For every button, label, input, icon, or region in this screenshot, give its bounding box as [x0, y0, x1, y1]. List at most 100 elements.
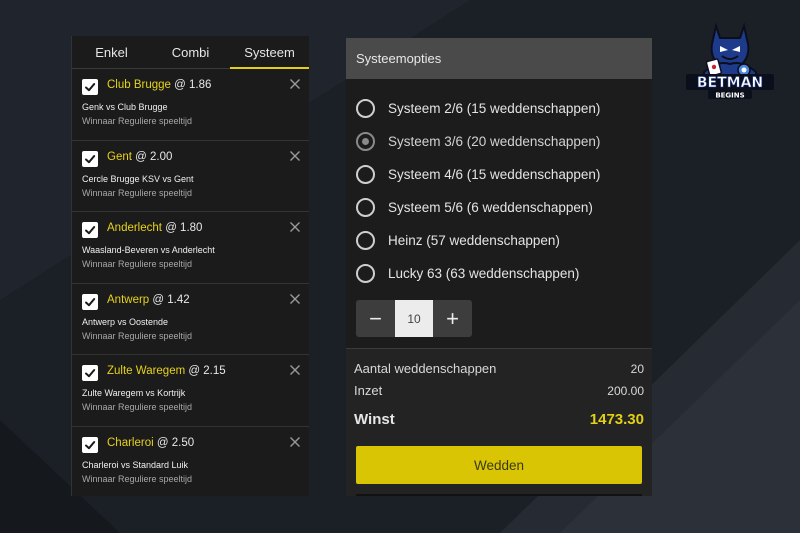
checkmark-icon — [85, 369, 96, 378]
bet-selection: Gent @ 2.00 — [107, 151, 172, 163]
close-icon — [290, 293, 300, 304]
radio-icon[interactable] — [356, 165, 375, 184]
match-name: Waasland-Beveren vs Anderlecht — [82, 245, 215, 255]
checkmark-icon — [85, 226, 96, 235]
bet-count-label: Aantal weddenschappen — [354, 361, 497, 376]
radio-icon[interactable] — [356, 264, 375, 283]
stake-row: Inzet 200.00 — [354, 383, 644, 398]
checkmark-icon — [85, 297, 96, 306]
bet-market: Winnaar Reguliere speeltijd — [82, 259, 193, 269]
place-bet-button[interactable]: Wedden — [356, 446, 642, 484]
betman-begins-logo: BETMAN BEGINS — [678, 20, 782, 100]
checkbox[interactable] — [82, 79, 98, 95]
tab-systeem[interactable]: Systeem — [230, 36, 309, 69]
bet-selection: Zulte Waregem @ 2.15 — [107, 365, 226, 377]
bet-market: Winnaar Reguliere speeltijd — [82, 330, 193, 341]
divider — [356, 494, 642, 496]
close-icon — [290, 365, 300, 375]
system-option[interactable]: Lucky 63 (63 weddenschappen) — [346, 257, 652, 290]
bet-selection: Charleroi @ 2.50 — [107, 437, 194, 449]
system-option[interactable]: Systeem 2/6 (15 weddenschappen) — [346, 92, 652, 125]
bet-item: Charleroi @ 2.50 Charleroi vs Standard L… — [72, 427, 309, 497]
increase-stake-button[interactable]: + — [433, 300, 472, 337]
checkbox[interactable] — [82, 365, 98, 381]
svg-text:BETMAN: BETMAN — [697, 75, 763, 91]
remove-bet-button[interactable] — [289, 364, 301, 376]
system-options-title: Systeemopties — [346, 38, 652, 79]
close-icon — [290, 79, 300, 89]
decrease-stake-button[interactable]: − — [356, 300, 395, 337]
bet-summary: Aantal weddenschappen 20 Inzet 200.00 Wi… — [346, 348, 652, 496]
bet-item: Gent @ 2.00 Cercle Brugge KSV vs Gent Wi… — [72, 141, 309, 212]
tab-combi[interactable]: Combi — [151, 36, 230, 68]
system-options-list: Systeem 2/6 (15 weddenschappen) Systeem … — [346, 79, 652, 290]
selected-team: Zulte Waregem — [107, 365, 186, 377]
system-option-label: Systeem 5/6 (6 weddenschappen) — [388, 200, 593, 215]
remove-bet-button[interactable] — [289, 78, 301, 90]
bet-item: Anderlecht @ 1.80 Waasland-Beveren vs An… — [72, 212, 309, 284]
bet-type-tabs: Enkel Combi Systeem — [72, 36, 309, 69]
checkbox[interactable] — [82, 150, 98, 167]
bet-selection: Anderlecht @ 1.80 — [107, 222, 202, 234]
match-name: Zulte Waregem vs Kortrijk — [82, 388, 186, 398]
bet-odds: @ 1.80 — [165, 222, 203, 234]
checkmark-icon — [85, 440, 96, 449]
tab-enkel[interactable]: Enkel — [72, 36, 151, 68]
bet-list: Club Brugge @ 1.86 Genk vs Club Brugge W… — [72, 69, 309, 496]
svg-text:BEGINS: BEGINS — [715, 92, 744, 100]
system-option-label: Systeem 2/6 (15 weddenschappen) — [388, 101, 601, 116]
bet-market: Winnaar Reguliere speeltijd — [82, 187, 193, 198]
bet-odds: @ 2.00 — [135, 150, 173, 163]
stake-stepper: − + — [356, 300, 472, 337]
bet-selection: Antwerp @ 1.42 — [107, 294, 190, 306]
win-row: Winst 1473.30 — [354, 411, 644, 428]
match-name: Genk vs Club Brugge — [82, 102, 168, 112]
bet-market: Winnaar Reguliere speeltijd — [82, 116, 193, 126]
system-option-label: Lucky 63 (63 weddenschappen) — [388, 266, 580, 281]
close-icon — [290, 150, 300, 161]
remove-bet-button[interactable] — [289, 221, 301, 233]
checkmark-icon — [85, 83, 96, 92]
selected-team: Anderlecht — [107, 222, 162, 234]
radio-icon[interactable] — [356, 99, 375, 118]
system-option[interactable]: Systeem 3/6 (20 weddenschappen) — [346, 125, 652, 158]
bet-odds: @ 1.42 — [152, 293, 190, 306]
selected-team: Gent — [107, 150, 132, 163]
system-option[interactable]: Systeem 4/6 (15 weddenschappen) — [346, 158, 652, 191]
bet-odds: @ 2.50 — [156, 436, 195, 449]
checkmark-icon — [85, 154, 96, 163]
bet-count-value: 20 — [630, 361, 644, 376]
bet-selection: Club Brugge @ 1.86 — [107, 79, 211, 91]
selected-team: Antwerp — [107, 293, 150, 306]
radio-icon[interactable] — [356, 132, 375, 151]
checkbox[interactable] — [82, 436, 98, 453]
win-value: 1473.30 — [589, 411, 644, 428]
system-option-label: Systeem 3/6 (20 weddenschappen) — [388, 134, 601, 149]
remove-bet-button[interactable] — [289, 293, 301, 305]
bet-odds: @ 2.15 — [188, 365, 226, 377]
checkbox[interactable] — [82, 293, 98, 310]
checkbox[interactable] — [82, 222, 98, 238]
win-label: Winst — [354, 411, 395, 428]
system-option-label: Heinz (57 weddenschappen) — [388, 233, 560, 248]
bet-item: Club Brugge @ 1.86 Genk vs Club Brugge W… — [72, 69, 309, 141]
bet-market: Winnaar Reguliere speeltijd — [82, 473, 193, 484]
stake-input[interactable] — [395, 300, 433, 337]
close-icon — [290, 436, 300, 447]
system-option-label: Systeem 4/6 (15 weddenschappen) — [388, 167, 601, 182]
system-option[interactable]: Systeem 5/6 (6 weddenschappen) — [346, 191, 652, 224]
stake-label: Inzet — [354, 383, 383, 398]
remove-bet-button[interactable] — [289, 150, 301, 162]
remove-bet-button[interactable] — [289, 436, 301, 448]
match-name: Cercle Brugge KSV vs Gent — [82, 173, 194, 184]
radio-icon[interactable] — [356, 198, 375, 217]
bet-item: Zulte Waregem @ 2.15 Zulte Waregem vs Ko… — [72, 355, 309, 427]
close-icon — [290, 222, 300, 232]
system-options-panel: Systeemopties Systeem 2/6 (15 weddenscha… — [346, 38, 652, 496]
stake-value: 200.00 — [607, 383, 644, 398]
bet-item: Antwerp @ 1.42 Antwerp vs Oostende Winna… — [72, 284, 309, 355]
radio-icon[interactable] — [356, 231, 375, 250]
system-option[interactable]: Heinz (57 weddenschappen) — [346, 224, 652, 257]
bet-count-row: Aantal weddenschappen 20 — [354, 361, 644, 376]
bet-slip-panel: Enkel Combi Systeem Club Brugge @ 1.86 G… — [71, 36, 309, 496]
